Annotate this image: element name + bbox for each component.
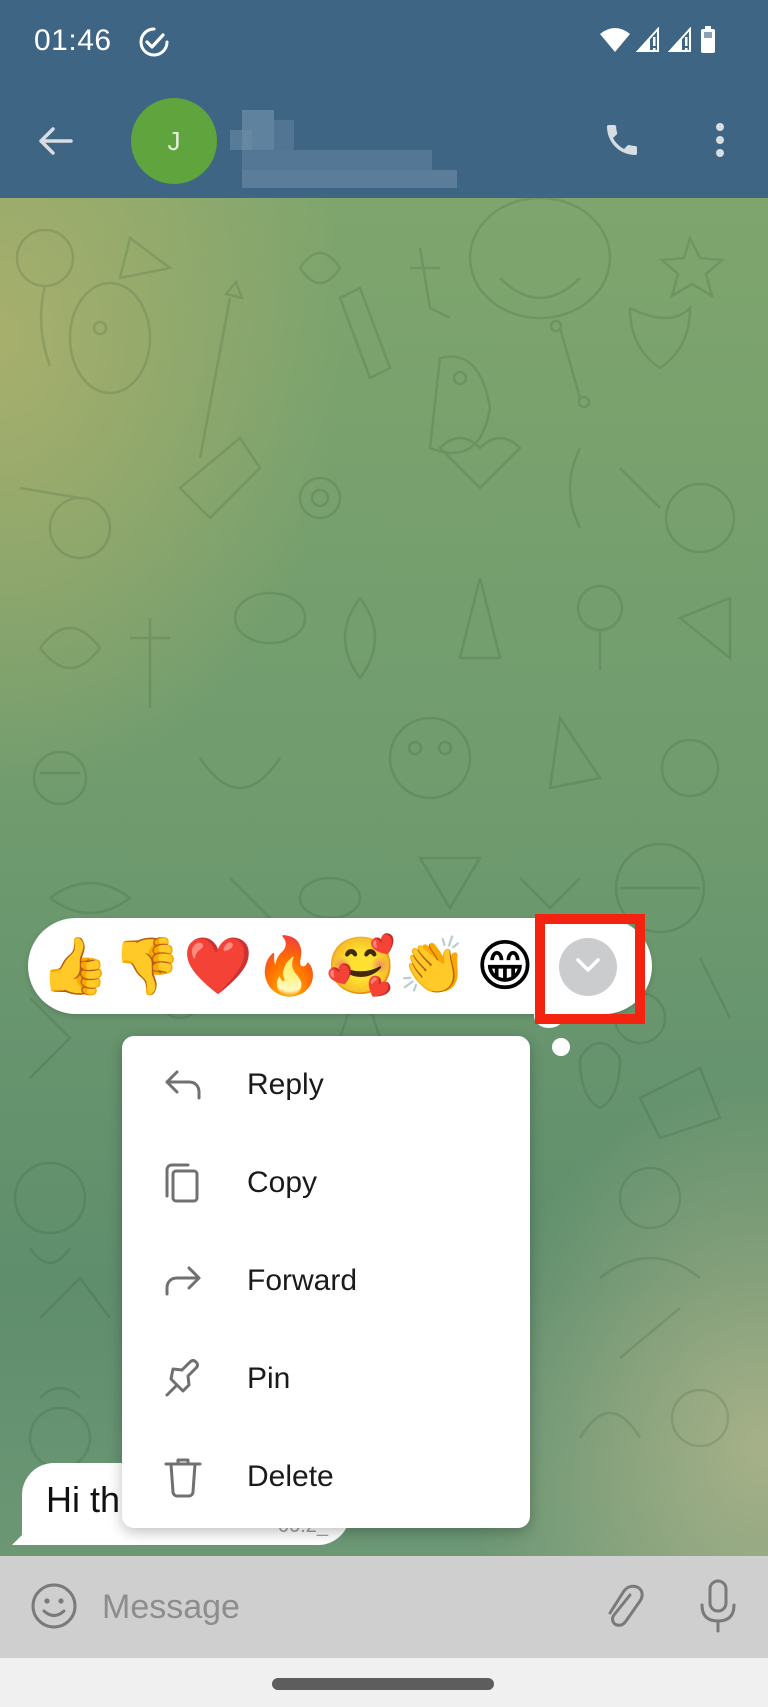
reaction-clapping-hands[interactable]: 👏 xyxy=(398,932,468,1002)
phone-icon xyxy=(602,120,642,165)
signal-icon xyxy=(668,27,694,53)
reply-icon xyxy=(160,1062,206,1108)
menu-item-pin[interactable]: Pin xyxy=(122,1330,530,1428)
message-text: Hi th xyxy=(46,1479,121,1520)
chat-toolbar: J xyxy=(0,90,768,198)
more-options-button[interactable] xyxy=(700,118,740,166)
menu-label: Pin xyxy=(247,1362,291,1395)
wifi-icon xyxy=(600,28,630,52)
message-input-bar xyxy=(0,1556,768,1658)
call-button[interactable] xyxy=(598,118,646,166)
menu-item-delete[interactable]: Delete xyxy=(122,1428,530,1526)
reaction-thumbs-down[interactable]: 👎 xyxy=(112,932,182,1002)
pin-icon xyxy=(160,1356,206,1402)
battery-icon xyxy=(700,26,716,54)
microphone-button[interactable] xyxy=(694,1578,742,1638)
menu-label: Forward xyxy=(247,1264,358,1297)
menu-item-copy[interactable]: Copy xyxy=(122,1134,530,1232)
menu-item-forward[interactable]: Forward xyxy=(122,1232,530,1330)
signal-icon xyxy=(636,27,662,53)
menu-label: Delete xyxy=(247,1460,334,1493)
status-bar: 01:46 xyxy=(0,0,768,86)
reaction-bubble-tail xyxy=(534,1004,564,1028)
context-menu: Reply Copy Forward Pin Delete xyxy=(122,1036,530,1528)
arrow-left-icon xyxy=(37,126,73,161)
paperclip-icon xyxy=(600,1581,644,1636)
avatar-letter: J xyxy=(167,125,181,156)
reaction-beaming-face[interactable]: 😁 xyxy=(470,932,540,1002)
reaction-fire[interactable]: 🔥 xyxy=(254,932,324,1002)
menu-label: Reply xyxy=(247,1068,324,1101)
smiley-icon xyxy=(30,1582,78,1635)
reaction-bubble-dot xyxy=(552,1038,570,1056)
task-done-icon xyxy=(138,26,170,58)
chevron-down-icon xyxy=(574,956,602,979)
attach-button[interactable] xyxy=(596,1580,648,1636)
system-nav-bar xyxy=(0,1658,768,1707)
copy-icon xyxy=(160,1160,206,1206)
more-vertical-icon xyxy=(714,120,726,165)
app-header: 01:46 J xyxy=(0,0,768,198)
reaction-red-heart[interactable]: ❤️ xyxy=(183,932,253,1002)
menu-label: Copy xyxy=(247,1166,318,1199)
back-button[interactable] xyxy=(30,118,80,168)
reaction-thumbs-up[interactable]: 👍 xyxy=(40,932,110,1002)
menu-item-reply[interactable]: Reply xyxy=(122,1036,530,1134)
status-time: 01:46 xyxy=(34,24,112,57)
trash-icon xyxy=(160,1454,206,1500)
expand-reactions-button[interactable] xyxy=(559,938,617,996)
message-input[interactable] xyxy=(102,1576,582,1638)
forward-icon xyxy=(160,1258,206,1304)
emoji-button[interactable] xyxy=(28,1582,80,1634)
chat-name-pixelated[interactable] xyxy=(222,96,522,188)
home-gesture-handle[interactable] xyxy=(272,1678,494,1690)
reaction-smiling-face-with-hearts[interactable]: 🥰 xyxy=(326,932,396,1002)
microphone-icon xyxy=(698,1579,738,1638)
avatar[interactable]: J xyxy=(131,98,217,184)
